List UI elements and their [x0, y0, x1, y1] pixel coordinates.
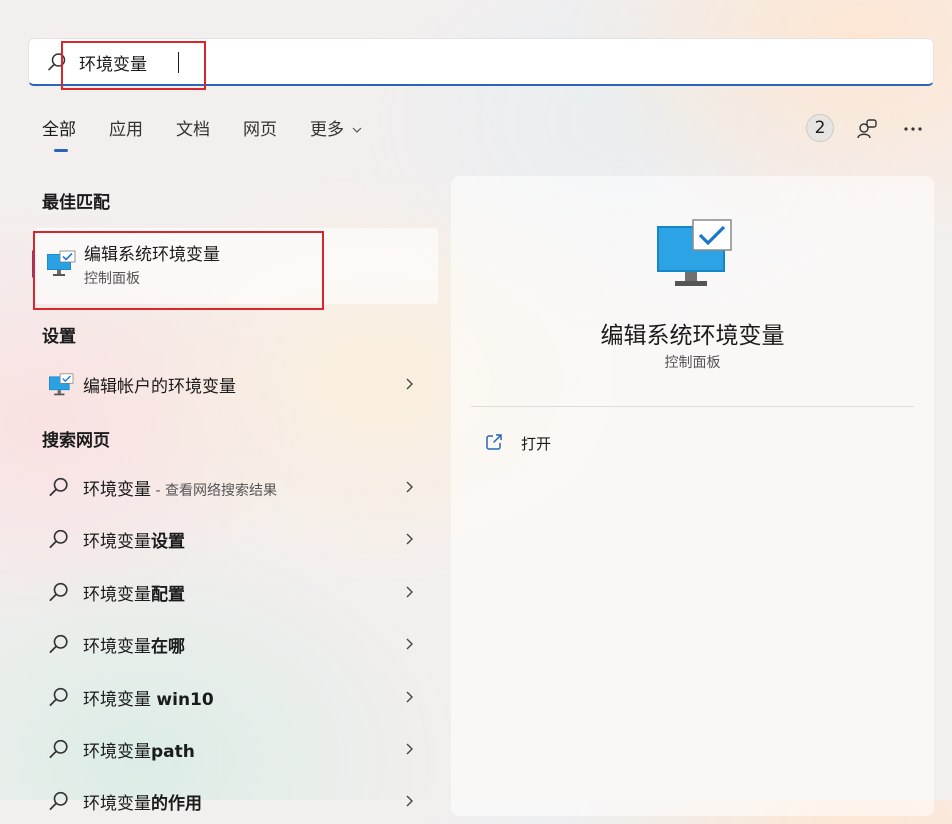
chevron-right-icon [406, 795, 413, 807]
web-result-label: 环境变量设置 [83, 532, 185, 552]
section-best-match: 最佳匹配 [42, 193, 110, 213]
search-icon [49, 687, 68, 707]
chevron-right-icon [406, 638, 413, 650]
web-result-label: 环境变量的作用 [83, 794, 202, 814]
filter-tabs: 全部 应用 文档 网页 更多 [42, 118, 395, 152]
search-icon [49, 739, 68, 759]
web-result-label: 环境变量配置 [83, 585, 185, 605]
section-settings: 设置 [42, 327, 76, 347]
tab-apps[interactable]: 应用 [109, 118, 143, 148]
search-icon [49, 634, 68, 654]
web-result-item[interactable]: 环境变量path [34, 726, 438, 772]
search-icon [49, 477, 68, 497]
search-icon [49, 529, 68, 549]
chevron-right-icon [406, 378, 413, 390]
web-result-item[interactable]: 环境变量的作用 [34, 778, 438, 824]
text-caret [178, 52, 179, 73]
open-button[interactable]: 打开 [485, 430, 605, 454]
section-web-search: 搜索网页 [42, 431, 110, 451]
chevron-down-icon [352, 127, 362, 133]
chevron-right-icon [406, 586, 413, 598]
open-button-label: 打开 [521, 435, 552, 453]
tab-all[interactable]: 全部 [42, 118, 76, 152]
web-result-label: 环境变量 - 查看网络搜索结果 [83, 480, 277, 500]
search-icon [48, 53, 66, 71]
settings-item-edit-user-env[interactable]: 编辑帐户的环境变量 [34, 361, 438, 407]
tab-documents[interactable]: 文档 [176, 118, 210, 148]
rewards-badge[interactable]: 2 [806, 114, 834, 142]
account-switch-icon[interactable] [856, 118, 878, 140]
divider [471, 406, 914, 407]
best-match-item[interactable]: 编辑系统环境变量 控制面板 [32, 228, 438, 304]
web-result-item[interactable]: 环境变量 - 查看网络搜索结果 [34, 464, 438, 510]
more-options-icon[interactable] [902, 118, 924, 140]
chevron-right-icon [406, 743, 413, 755]
search-icon [49, 582, 68, 602]
monitor-check-icon [47, 250, 76, 276]
selection-indicator [32, 250, 35, 278]
chevron-right-icon [406, 691, 413, 703]
search-icon [49, 791, 68, 811]
monitor-check-icon [657, 219, 732, 286]
detail-panel: 编辑系统环境变量 控制面板 打开 [451, 176, 934, 816]
web-result-item[interactable]: 环境变量配置 [34, 569, 438, 615]
tab-web[interactable]: 网页 [243, 118, 277, 148]
active-tab-indicator [54, 149, 68, 152]
detail-subtitle: 控制面板 [664, 355, 721, 371]
monitor-check-icon [49, 373, 74, 396]
open-external-icon [486, 434, 502, 450]
settings-item-label: 编辑帐户的环境变量 [83, 377, 236, 397]
chevron-right-icon [406, 533, 413, 545]
web-result-label: 环境变量path [83, 742, 195, 762]
search-input[interactable] [79, 39, 899, 85]
best-match-title: 编辑系统环境变量 [84, 245, 220, 265]
web-result-label: 环境变量在哪 [83, 637, 185, 657]
search-box[interactable] [28, 38, 934, 86]
web-result-item[interactable]: 环境变量在哪 [34, 621, 438, 667]
web-result-label: 环境变量 win10 [83, 690, 214, 710]
web-result-item[interactable]: 环境变量设置 [34, 516, 438, 562]
best-match-subtitle: 控制面板 [84, 271, 140, 287]
detail-title: 编辑系统环境变量 [600, 323, 785, 349]
web-result-item[interactable]: 环境变量 win10 [34, 674, 438, 720]
chevron-right-icon [406, 481, 413, 493]
tab-more[interactable]: 更多 [310, 118, 362, 148]
